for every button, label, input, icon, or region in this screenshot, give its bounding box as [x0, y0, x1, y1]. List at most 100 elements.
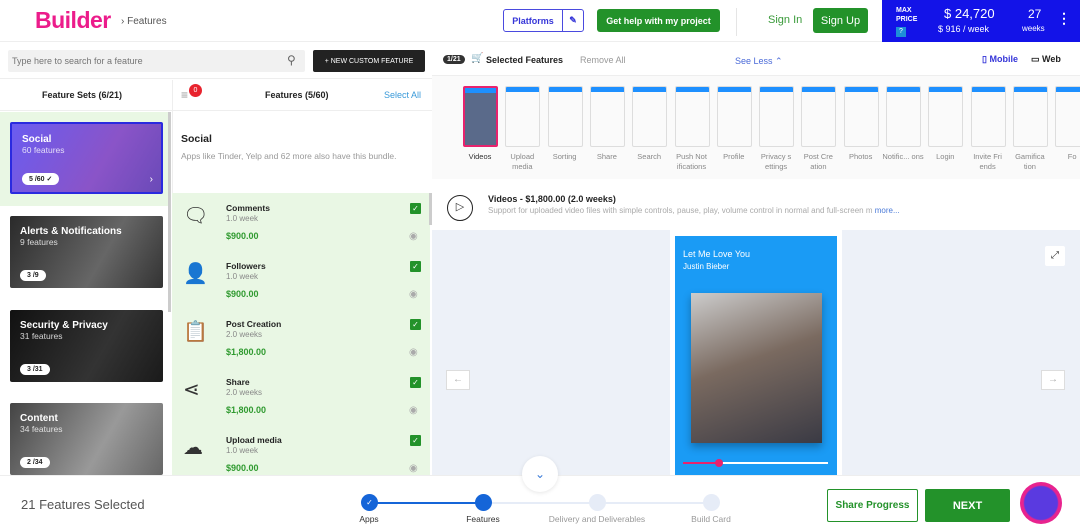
- step-dot[interactable]: ✓: [361, 494, 378, 511]
- help-icon[interactable]: ?: [896, 27, 906, 37]
- feature-duration: 2.0 weeks: [226, 388, 263, 397]
- feature-thumbnail[interactable]: [928, 86, 964, 147]
- feature-thumbnail[interactable]: [759, 86, 795, 147]
- feature-price: $1,800.00: [226, 347, 267, 357]
- feature-item[interactable]: ⋖ Share 2.0 weeks $1,800.00 ✓ ◉: [172, 367, 430, 425]
- platforms-button[interactable]: Platforms ✎: [503, 9, 584, 32]
- set-count: 34 features: [20, 424, 63, 434]
- new-custom-feature-button[interactable]: + NEW CUSTOM FEATURE: [313, 50, 425, 72]
- sign-in-link[interactable]: Sign In: [768, 14, 802, 26]
- clipboard-icon: 📋: [183, 321, 208, 343]
- platforms-label: Platforms: [512, 15, 554, 26]
- set-selected-badge: 3 /9: [20, 270, 46, 281]
- progress-slider[interactable]: [683, 459, 828, 467]
- feature-thumbnail[interactable]: [547, 86, 583, 147]
- step-label[interactable]: Build Card: [651, 514, 771, 524]
- more-link[interactable]: more...: [875, 206, 900, 215]
- web-toggle[interactable]: ▭ Web: [1031, 54, 1061, 65]
- feature-item[interactable]: 📋 Post Creation 2.0 weeks $1,800.00 ✓ ◉: [172, 309, 430, 367]
- eye-icon[interactable]: ◉: [409, 347, 418, 358]
- see-less-link[interactable]: See Less ⌃: [735, 56, 783, 67]
- feature-name: Upload media: [226, 435, 282, 445]
- mobile-toggle[interactable]: ▯ Mobile: [982, 54, 1018, 65]
- feature-checkbox[interactable]: ✓: [410, 435, 421, 446]
- feature-checkbox[interactable]: ✓: [410, 377, 421, 388]
- eye-icon[interactable]: ◉: [409, 405, 418, 416]
- feature-thumbnail[interactable]: [843, 86, 879, 147]
- select-all-link[interactable]: Select All: [384, 90, 421, 100]
- thumbnail-label: Notific... ons: [882, 152, 924, 161]
- set-count: 9 features: [20, 237, 58, 247]
- thumb-header: [929, 87, 963, 92]
- step-dot[interactable]: [589, 494, 606, 511]
- feature-set-social[interactable]: Social 60 features 5 /60 ✓ ›: [10, 122, 163, 194]
- feature-set-alerts[interactable]: Alerts & Notifications 9 features 3 /9: [10, 216, 163, 288]
- thumbnail-label: Sorting: [552, 152, 577, 161]
- feature-thumbnail[interactable]: [463, 86, 498, 147]
- set-count: 31 features: [20, 331, 63, 341]
- feature-name: Followers: [226, 261, 266, 271]
- thumb-header: [506, 87, 540, 92]
- search-icon[interactable]: ⚲: [287, 53, 296, 67]
- scrollbar[interactable]: [429, 193, 432, 225]
- feature-thumbnail[interactable]: [970, 86, 1006, 147]
- feature-thumbnail[interactable]: [886, 86, 921, 147]
- eye-icon[interactable]: ◉: [409, 289, 418, 300]
- feature-price: $1,800.00: [226, 405, 267, 415]
- get-help-button[interactable]: Get help with my project: [597, 9, 720, 32]
- avatar[interactable]: [1020, 482, 1062, 524]
- feature-price: $900.00: [226, 463, 259, 473]
- feature-thumbnail[interactable]: [716, 86, 752, 147]
- feature-thumbnail[interactable]: [801, 86, 837, 147]
- next-button[interactable]: NEXT: [925, 489, 1010, 522]
- logo[interactable]: Builder: [35, 7, 111, 34]
- feature-thumbnail[interactable]: [589, 86, 625, 147]
- share-icon: ⋖: [183, 379, 200, 401]
- feature-checkbox[interactable]: ✓: [410, 203, 421, 214]
- feature-item[interactable]: 👤 Followers 1.0 week $900.00 ✓ ◉: [172, 251, 430, 309]
- next-arrow-button[interactable]: →: [1041, 370, 1065, 390]
- sign-up-button[interactable]: Sign Up: [813, 8, 868, 33]
- thumb-header: [717, 87, 751, 92]
- more-menu-icon[interactable]: ⋮: [1057, 10, 1071, 27]
- feature-thumbnail[interactable]: [674, 86, 710, 147]
- see-less-label: See Less: [735, 56, 773, 66]
- user-follow-icon: 👤: [183, 263, 208, 285]
- set-selected-badge: 5 /60 ✓: [22, 173, 60, 185]
- feature-name: Post Creation: [226, 319, 282, 329]
- thumb-header: [465, 88, 496, 93]
- remove-all-link[interactable]: Remove All: [580, 55, 626, 65]
- scrollbar[interactable]: [168, 112, 171, 312]
- features-selected-count: 21 Features Selected: [21, 497, 145, 512]
- feature-checkbox[interactable]: ✓: [410, 319, 421, 330]
- step-label[interactable]: Features: [423, 514, 543, 524]
- feature-thumbnail[interactable]: [632, 86, 668, 147]
- step-dot[interactable]: [475, 494, 492, 511]
- expand-icon[interactable]: ⤢: [1045, 246, 1065, 266]
- feature-search-input[interactable]: [8, 50, 305, 72]
- eye-icon[interactable]: ◉: [409, 231, 418, 242]
- feature-thumbnail[interactable]: [1012, 86, 1048, 147]
- thumb-header: [633, 87, 667, 92]
- prev-arrow-button[interactable]: ←: [446, 370, 470, 390]
- thumb-header: [971, 87, 1005, 92]
- feature-thumbnail[interactable]: [1055, 86, 1080, 147]
- filter-icon[interactable]: ≡: [181, 88, 188, 102]
- feature-checkbox[interactable]: ✓: [410, 261, 421, 272]
- feature-set-content[interactable]: Content 34 features 2 /34: [10, 403, 163, 475]
- feature-item[interactable]: 🗨 Comments 1.0 week $900.00 ✓ ◉: [172, 193, 430, 251]
- thumb-header: [590, 87, 624, 92]
- step-label[interactable]: Apps: [309, 514, 429, 524]
- feature-set-security[interactable]: Security & Privacy 31 features 3 /31: [10, 310, 163, 382]
- eye-icon[interactable]: ◉: [409, 463, 418, 474]
- filter-badge: 0: [189, 84, 202, 97]
- play-icon[interactable]: ▷: [447, 195, 473, 221]
- feature-thumbnail[interactable]: [505, 86, 541, 147]
- collapse-chevron-icon[interactable]: ⌄: [522, 456, 558, 492]
- pencil-icon[interactable]: ✎: [562, 10, 583, 31]
- set-title: Social: [181, 133, 212, 145]
- step-dot[interactable]: [703, 494, 720, 511]
- thumbnail-label: Gamifica tion: [1015, 152, 1045, 171]
- step-label[interactable]: Delivery and Deliverables: [537, 514, 657, 524]
- share-progress-button[interactable]: Share Progress: [827, 489, 918, 522]
